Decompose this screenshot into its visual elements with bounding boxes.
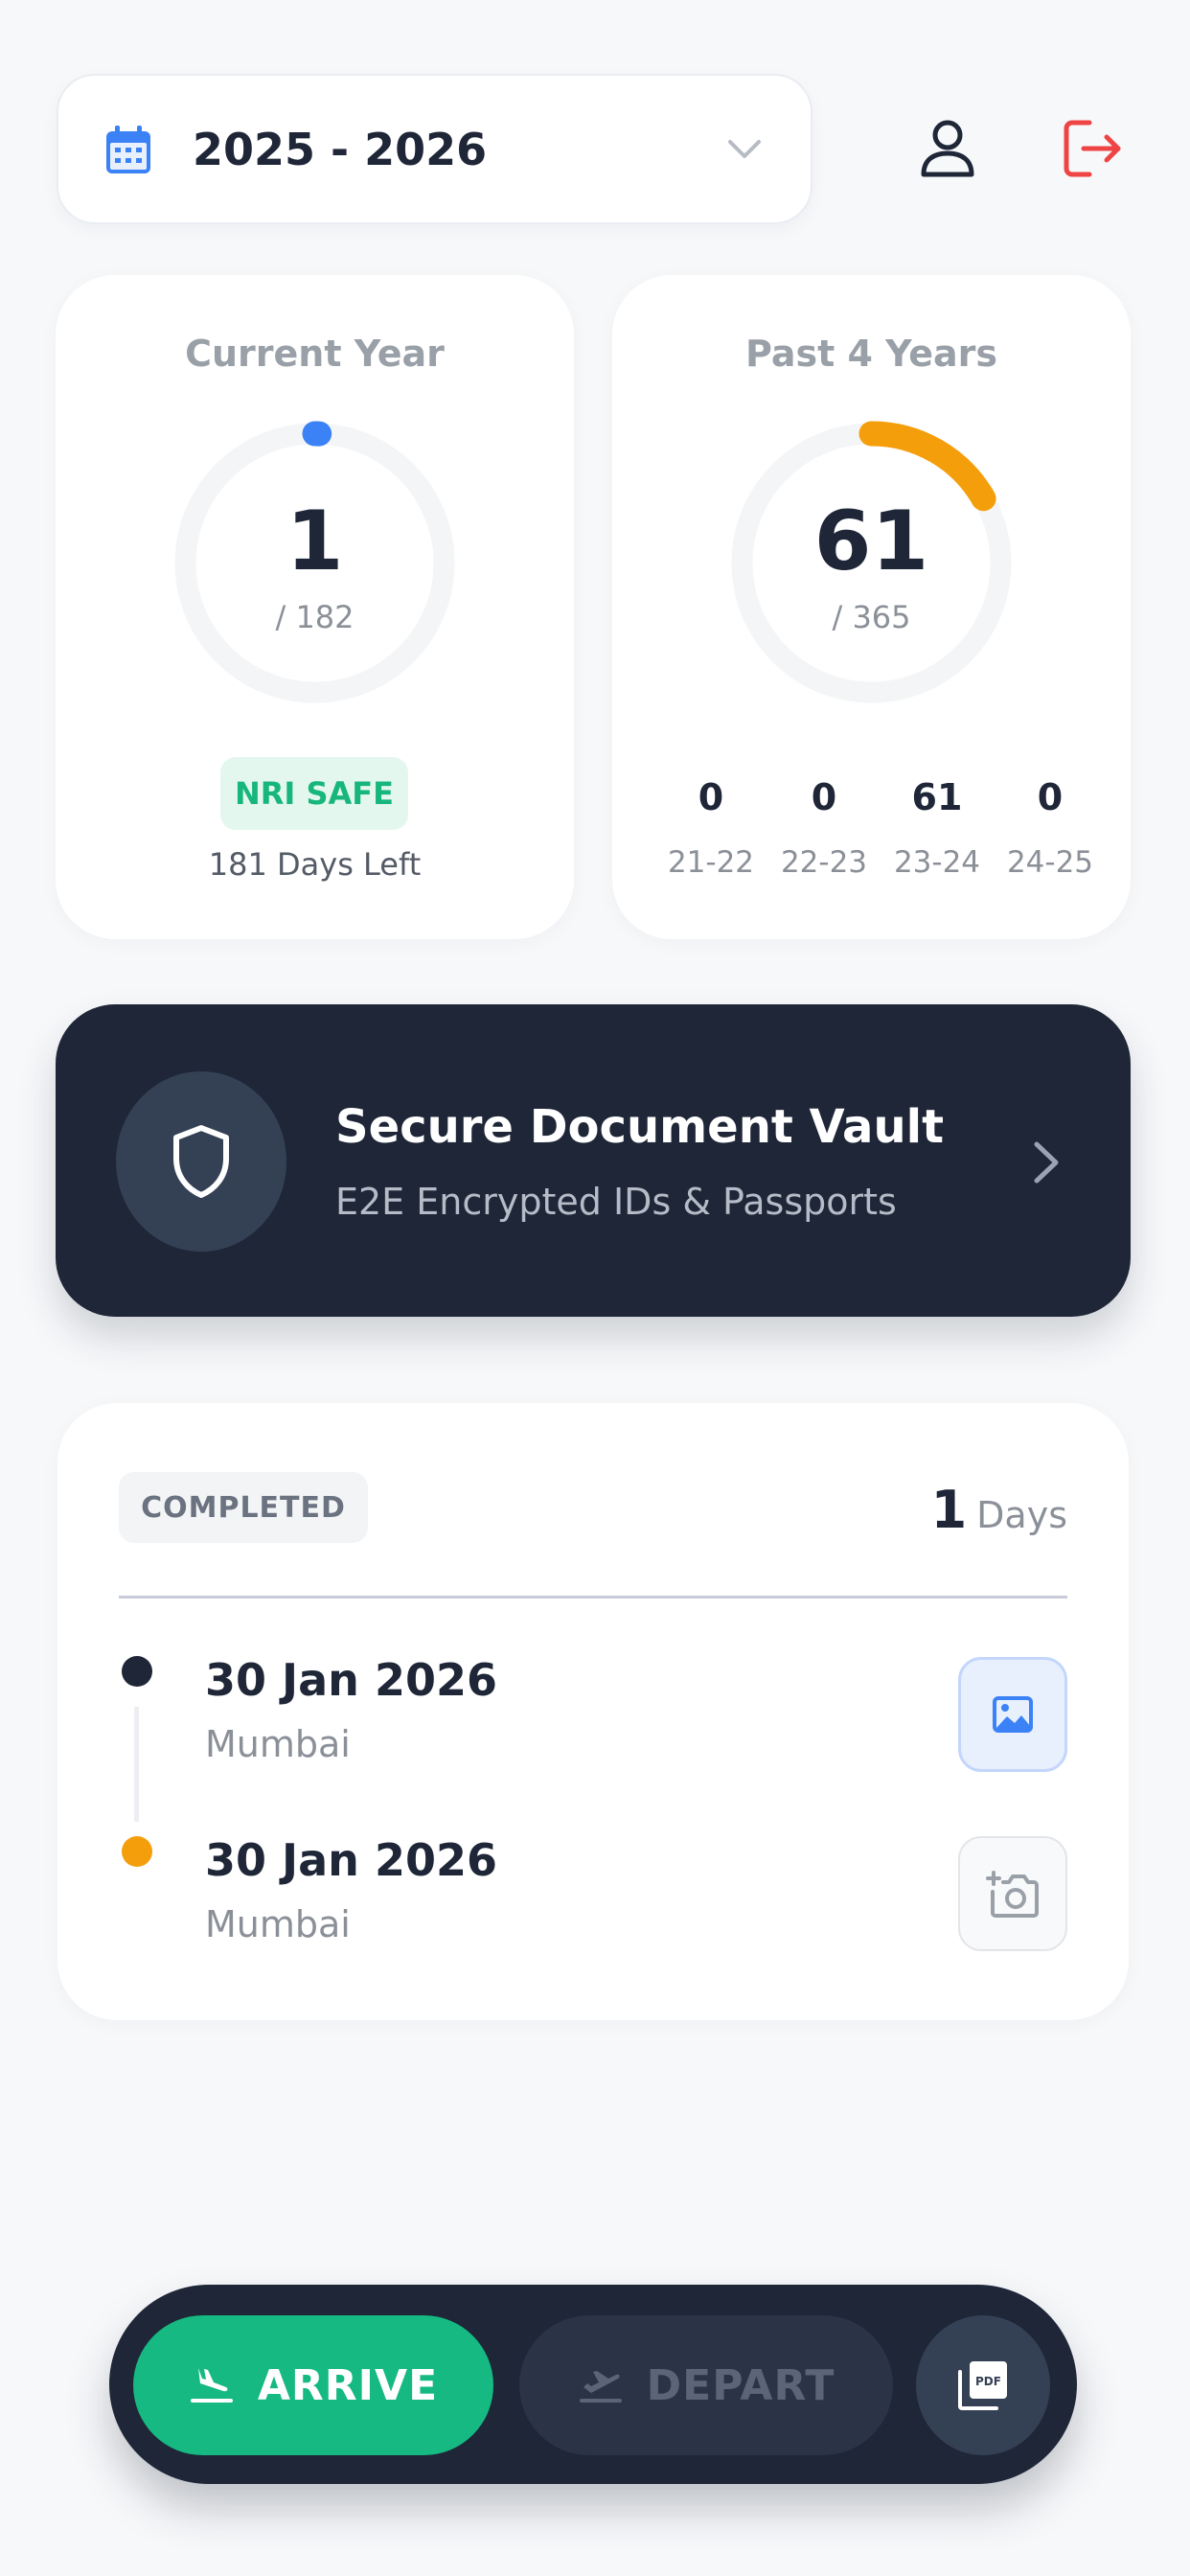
divider (119, 1596, 1067, 1598)
year-stat: 0 22-23 (767, 776, 881, 880)
secure-vault-button[interactable]: Secure Document Vault E2E Encrypted IDs … (56, 1004, 1131, 1317)
arrival-place: Mumbai (205, 1723, 351, 1765)
year-range-label: 2025 - 2026 (193, 123, 488, 175)
depart-label: DEPART (646, 2360, 835, 2410)
year-stat-label: 22-23 (780, 845, 868, 880)
arrival-photo-button[interactable] (958, 1657, 1067, 1772)
vault-subtitle: E2E Encrypted IDs & Passports (335, 1181, 897, 1223)
current-year-days-value: 1 (286, 494, 344, 589)
year-stat: 0 21-22 (654, 776, 767, 880)
trip-days-number: 1 (930, 1480, 968, 1540)
plane-takeoff-icon (579, 2371, 622, 2403)
yearly-breakdown: 0 21-22 0 22-23 61 23-24 0 24-25 (654, 776, 1107, 880)
trip-days-count: 1 Days (931, 1480, 1067, 1540)
past-years-title: Past 4 Years (745, 333, 997, 375)
plane-landing-icon (190, 2368, 233, 2403)
trip-status-chip: COMPLETED (119, 1472, 368, 1543)
arrive-label: ARRIVE (257, 2360, 439, 2410)
photo-icon (993, 1696, 1033, 1733)
timeline-dot-departure (122, 1836, 152, 1867)
vault-title: Secure Document Vault (335, 1100, 945, 1154)
shield-icon (173, 1125, 229, 1198)
days-left-label: 181 Days Left (208, 846, 422, 883)
status-badge: NRI SAFE (220, 757, 408, 830)
departure-add-photo-button[interactable] (958, 1836, 1067, 1951)
logout-icon (1064, 120, 1121, 177)
trip-days-unit: Days (976, 1494, 1067, 1536)
timeline-line (134, 1707, 139, 1822)
pdf-icon-text: PDF (975, 2375, 1001, 2388)
year-stat: 61 23-24 (881, 776, 994, 880)
shield-icon-circle (116, 1071, 286, 1252)
pdf-export-button[interactable]: PDF (916, 2315, 1050, 2455)
year-stat-label: 24-25 (1006, 845, 1094, 880)
past-years-days-value: 61 (813, 494, 929, 589)
bottom-action-bar: ARRIVE DEPART PDF (109, 2285, 1077, 2484)
pdf-icon: PDF (958, 2361, 1007, 2410)
add-photo-icon (986, 1871, 1039, 1918)
year-stat-label: 23-24 (893, 845, 981, 880)
timeline-dot-arrival (122, 1656, 152, 1687)
year-selector[interactable]: 2025 - 2026 (57, 74, 812, 224)
chevron-down-icon (728, 139, 761, 158)
current-year-limit: / 182 (275, 599, 355, 635)
calendar-icon (106, 125, 150, 173)
year-stat-value: 0 (811, 776, 837, 818)
current-year-card: Current Year 1 / 182 NRI SAFE 181 Days L… (56, 275, 574, 939)
user-icon (921, 120, 974, 177)
year-stat-value: 0 (1037, 776, 1064, 818)
departure-place: Mumbai (205, 1903, 351, 1945)
profile-button[interactable] (912, 113, 983, 184)
current-year-title: Current Year (185, 333, 445, 375)
depart-button[interactable]: DEPART (519, 2315, 893, 2455)
arrival-date: 30 Jan 2026 (205, 1654, 497, 1706)
year-stat-value: 61 (911, 776, 963, 818)
past-years-card: Past 4 Years 61 / 365 0 21-22 0 22-23 61… (612, 275, 1131, 939)
arrive-button[interactable]: ARRIVE (133, 2315, 493, 2455)
logout-button[interactable] (1058, 113, 1129, 184)
chevron-right-icon (1034, 1141, 1059, 1184)
year-stat-label: 21-22 (667, 845, 755, 880)
trip-card[interactable]: COMPLETED 1 Days 30 Jan 2026 Mumbai 30 J… (57, 1403, 1129, 2020)
departure-date: 30 Jan 2026 (205, 1834, 497, 1886)
year-stat: 0 24-25 (994, 776, 1107, 880)
past-years-limit: / 365 (832, 599, 911, 635)
year-stat-value: 0 (698, 776, 724, 818)
